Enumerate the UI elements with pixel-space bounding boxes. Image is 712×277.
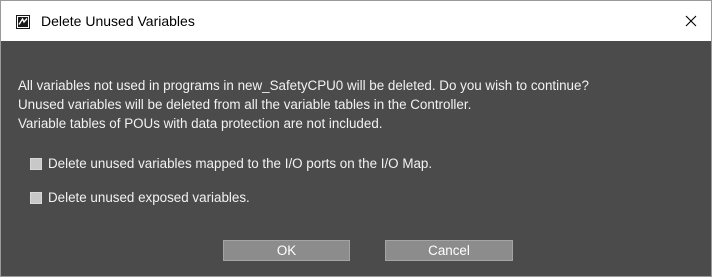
close-button[interactable] — [671, 1, 711, 41]
message-line: Variable tables of POUs with data protec… — [18, 116, 383, 131]
exposed-checkbox-label: Delete unused exposed variables. — [48, 190, 250, 205]
close-icon — [685, 15, 697, 27]
message-line: Unused variables will be deleted from al… — [18, 97, 472, 112]
title-bar: Delete Unused Variables — [1, 1, 711, 41]
option-delete-exposed[interactable]: Delete unused exposed variables. — [30, 190, 250, 205]
app-icon — [16, 15, 30, 29]
message-text: All variables not used in programs in ne… — [18, 76, 589, 133]
delete-unused-variables-dialog: Delete Unused Variables All variables no… — [0, 0, 712, 277]
exposed-checkbox[interactable] — [30, 191, 42, 204]
mapped-io-checkbox-label: Delete unused variables mapped to the I/… — [48, 156, 433, 171]
ok-button[interactable]: OK — [223, 240, 350, 261]
cancel-button[interactable]: Cancel — [385, 240, 513, 261]
dialog-title: Delete Unused Variables — [41, 13, 195, 29]
option-delete-mapped-io[interactable]: Delete unused variables mapped to the I/… — [30, 156, 432, 171]
mapped-io-checkbox[interactable] — [30, 157, 42, 170]
message-line: All variables not used in programs in ne… — [18, 78, 589, 93]
